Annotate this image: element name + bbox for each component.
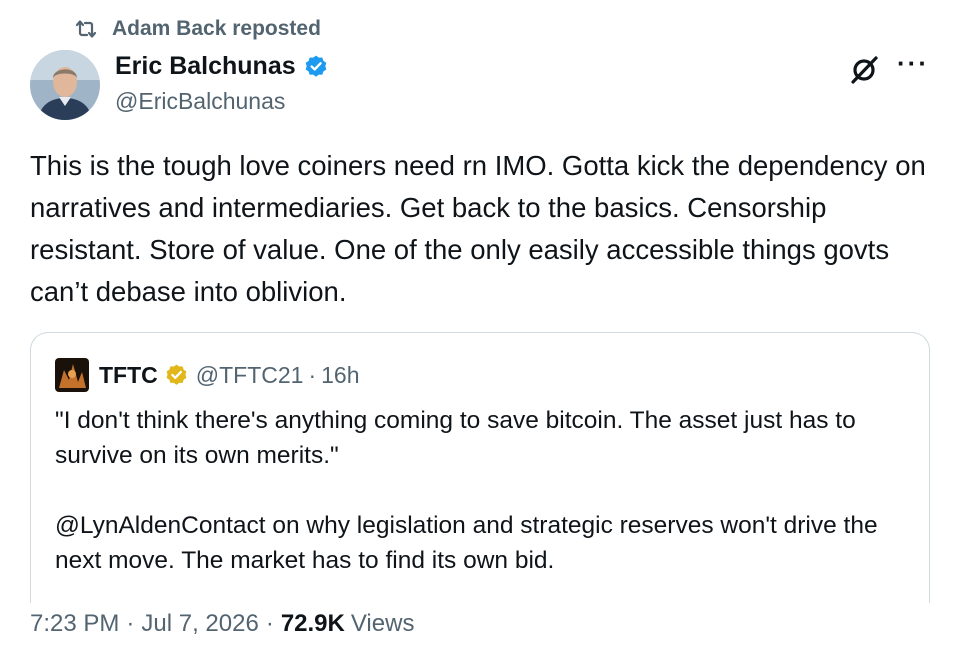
separator-dot: ·: [126, 610, 135, 637]
repost-icon: [74, 17, 104, 41]
tweet-text: This is the tough love coiners need rn I…: [30, 150, 926, 307]
quoted-timestamp[interactable]: 16h: [321, 362, 359, 389]
quoted-tweet[interactable]: TFTC @TFTC21 · 16h "I don't think there'…: [30, 332, 930, 603]
views-label: Views: [350, 610, 415, 637]
author-name[interactable]: Eric Balchunas: [115, 52, 329, 81]
repost-label: Adam Back reposted: [112, 17, 321, 40]
repost-indicator[interactable]: Adam Back reposted: [74, 15, 321, 43]
quoted-text-paragraph: @LynAldenContact on why legislation and …: [55, 512, 878, 574]
quoted-text-paragraph: "I don't think there's anything coming t…: [55, 407, 856, 469]
author-handle[interactable]: @EricBalchunas: [115, 88, 285, 115]
tweet-metadata: 7:23 PM · Jul 7, 2026 · 72.9K Views: [30, 610, 414, 638]
separator-dot: ·: [265, 610, 274, 637]
separator-dot: ·: [308, 361, 317, 388]
tweet-time[interactable]: 7:23 PM: [30, 610, 119, 638]
quoted-author-handle[interactable]: @TFTC21: [196, 362, 304, 389]
grok-icon[interactable]: [846, 52, 882, 93]
quoted-author-avatar[interactable]: [55, 358, 89, 392]
more-options-button[interactable]: ···: [897, 48, 929, 79]
verified-badge-icon: [303, 54, 329, 80]
gold-verified-badge-icon: [164, 363, 189, 388]
quoted-tweet-header: TFTC @TFTC21 · 16h: [55, 358, 360, 392]
author-avatar[interactable]: [30, 50, 100, 120]
quoted-author-name[interactable]: TFTC: [99, 362, 158, 389]
tweet-date[interactable]: Jul 7, 2026: [141, 610, 258, 638]
views-count[interactable]: 72.9K: [281, 610, 345, 638]
